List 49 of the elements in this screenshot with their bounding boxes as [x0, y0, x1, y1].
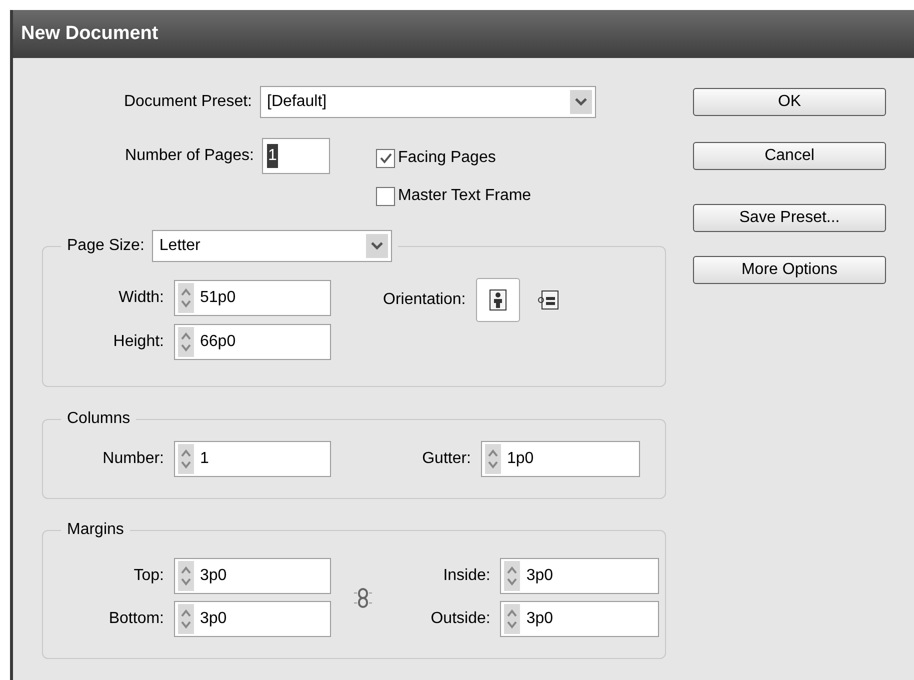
dropdown[interactable]: [Default]: [260, 86, 596, 118]
number-field[interactable]: 1p0: [481, 441, 640, 477]
number-field[interactable]: 3p0: [500, 601, 660, 637]
chevron-icon: [366, 234, 388, 258]
dialog-button[interactable]: Cancel: [693, 142, 886, 170]
number-field[interactable]: 66p0: [174, 324, 331, 360]
chain-link-icon[interactable]: [352, 586, 373, 608]
portrait-button[interactable]: [476, 278, 520, 322]
spinner-icon[interactable]: [178, 327, 194, 357]
landscape-page-icon: [536, 290, 559, 310]
spinner-icon[interactable]: [504, 604, 520, 634]
field-label: Number of Pages:: [124, 146, 255, 166]
number-field[interactable]: 3p0: [500, 558, 660, 594]
portrait-page-icon: [488, 289, 507, 311]
field-label: Bottom:: [108, 609, 165, 629]
field-label: Page Size:: [67, 236, 146, 256]
number-field[interactable]: 3p0: [174, 558, 331, 594]
spinner-icon[interactable]: [178, 283, 194, 313]
dialog-button[interactable]: More Options: [693, 256, 886, 284]
spinner-icon[interactable]: [178, 604, 194, 634]
spinner-icon[interactable]: [485, 444, 501, 474]
field-label: Gutter:: [421, 449, 472, 469]
number-field[interactable]: 51p0: [174, 280, 331, 316]
checkbox-label[interactable]: Facing Pages: [398, 146, 496, 170]
group-title: Margins: [66, 520, 125, 540]
checkbox[interactable]: [376, 186, 395, 206]
dialog-button[interactable]: OK: [693, 88, 886, 116]
number-field[interactable]: 1: [174, 441, 331, 477]
chevron-icon: [570, 90, 592, 114]
field-label: Orientation:: [383, 290, 467, 310]
spinner-icon[interactable]: [178, 561, 194, 591]
checkbox[interactable]: [376, 148, 395, 168]
window-title: New Document: [21, 22, 158, 46]
field-label: Top:: [132, 566, 165, 586]
group-title: Columns: [66, 409, 132, 429]
field-label: Outside:: [430, 609, 492, 629]
field-label: Document Preset:: [122, 92, 253, 112]
field-label: Inside:: [442, 566, 492, 586]
number-field[interactable]: 3p0: [174, 601, 331, 637]
pages-field[interactable]: 1: [262, 138, 330, 174]
field-label: Number:: [102, 449, 165, 469]
checkbox-label[interactable]: Master Text Frame: [398, 184, 532, 208]
field-label: Height:: [112, 332, 165, 352]
checkmark-icon: [378, 152, 392, 164]
spinner-icon[interactable]: [178, 444, 194, 474]
dialog-button[interactable]: Save Preset...: [693, 204, 886, 232]
dropdown[interactable]: Letter: [152, 230, 392, 262]
spinner-icon[interactable]: [504, 561, 520, 591]
field-label: Width:: [118, 288, 165, 308]
